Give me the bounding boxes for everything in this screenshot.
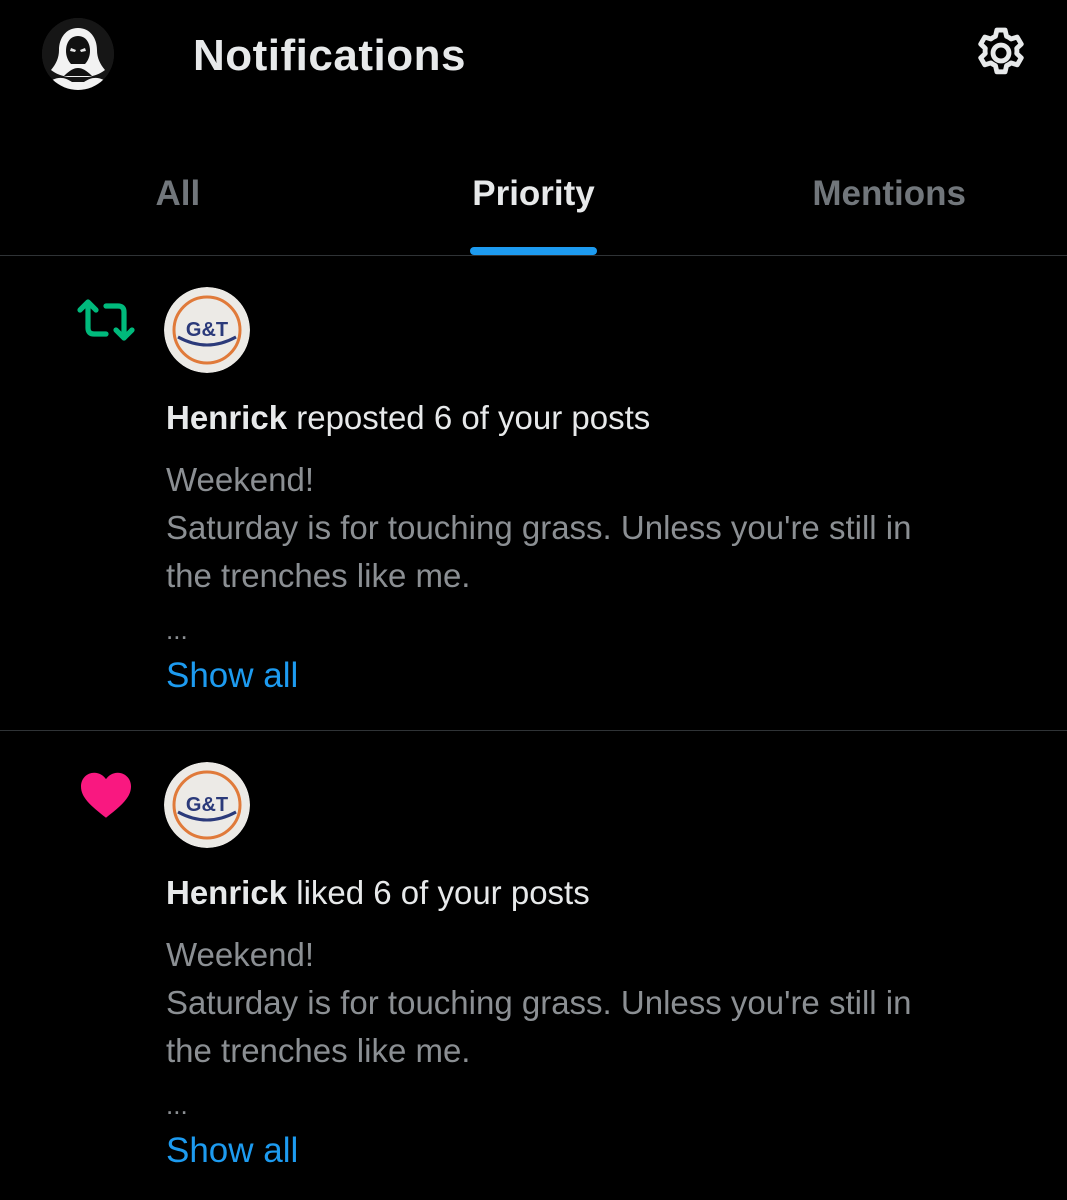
show-all-link[interactable]: Show all [166, 1129, 298, 1173]
tab-label: All [155, 174, 201, 213]
show-all-link[interactable]: Show all [166, 654, 298, 698]
notification-item[interactable]: G&T Henrick liked 6 of your posts Weeken… [0, 731, 1067, 1200]
top-bar: Notifications [0, 0, 1067, 112]
tab-label: Priority [472, 174, 595, 213]
hooded-figure-icon [42, 18, 114, 90]
repost-icon [74, 288, 138, 352]
notification-headline: Henrick liked 6 of your posts [166, 873, 590, 913]
tab-label: Mentions [812, 174, 966, 213]
gt-logo-avatar: G&T [164, 287, 250, 373]
page-title: Notifications [193, 31, 466, 80]
post-line: the trenches like me. [166, 1032, 471, 1069]
ellipsis: ... [166, 615, 188, 645]
tab-all[interactable]: All [0, 140, 356, 255]
avatar-logo-text: G&T [186, 319, 228, 341]
notifications-screen: Notifications All Priority Mentions G&T … [0, 0, 1067, 1200]
ellipsis: ... [166, 1090, 188, 1120]
avatar-logo-text: G&T [186, 794, 228, 816]
post-line: Saturday is for touching grass. Unless y… [166, 509, 912, 546]
tab-mentions[interactable]: Mentions [711, 140, 1067, 255]
user-name[interactable]: Henrick [166, 874, 287, 911]
post-line: the trenches like me. [166, 557, 471, 594]
heart-icon [74, 763, 138, 827]
gt-logo-avatar: G&T [164, 762, 250, 848]
post-preview: Weekend! Saturday is for touching grass.… [166, 456, 1026, 600]
settings-button[interactable] [970, 22, 1032, 84]
post-preview: Weekend! Saturday is for touching grass.… [166, 931, 1026, 1075]
avatar[interactable]: G&T [164, 287, 250, 373]
profile-avatar[interactable] [42, 18, 114, 90]
notification-headline: Henrick reposted 6 of your posts [166, 398, 650, 438]
notification-action: liked 6 of your posts [287, 874, 590, 911]
avatar[interactable]: G&T [164, 762, 250, 848]
notification-tabs: All Priority Mentions [0, 140, 1067, 256]
notification-action: reposted 6 of your posts [287, 399, 651, 436]
gear-icon [978, 27, 1024, 75]
notification-item[interactable]: G&T Henrick reposted 6 of your posts Wee… [0, 256, 1067, 731]
post-line: Weekend! [166, 461, 314, 498]
post-line: Weekend! [166, 936, 314, 973]
user-name[interactable]: Henrick [166, 399, 287, 436]
tab-priority[interactable]: Priority [356, 140, 712, 255]
active-tab-indicator [470, 247, 597, 255]
post-line: Saturday is for touching grass. Unless y… [166, 984, 912, 1021]
